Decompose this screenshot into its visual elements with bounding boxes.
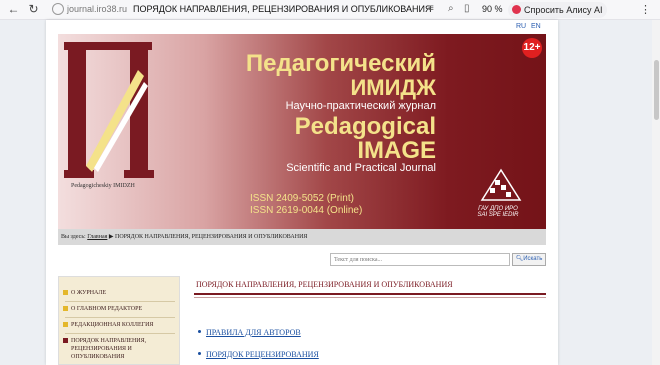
institute-logo-icon <box>480 168 522 201</box>
search-button[interactable]: 🔍︎Искать <box>512 253 546 266</box>
ask-alice-button[interactable]: Спросить Алису AI <box>508 2 607 18</box>
breadcrumb-prefix: Вы здесь: <box>61 234 86 240</box>
bullet-icon <box>198 352 201 355</box>
bullet-icon <box>63 322 68 327</box>
institute-caption: ГАУ ДПО ИРО SAI SPE IEDIR <box>468 206 528 218</box>
bullet-icon <box>198 330 201 333</box>
bullet-icon <box>63 306 68 311</box>
zoom-level[interactable]: 90 % <box>482 4 503 14</box>
link-label: ПРАВИЛА ДЛЯ АВТОРОВ <box>206 328 301 337</box>
back-arrow-icon[interactable]: ← <box>6 2 21 17</box>
lock-icon[interactable] <box>52 3 64 15</box>
journal-logo-icon <box>64 42 154 178</box>
sidebar-item-label: О ЖУРНАЛЕ <box>71 290 107 296</box>
bullet-icon <box>63 290 68 295</box>
browser-toolbar: ← ↻ journal.iro38.ru ПОРЯДОК НАПРАВЛЕНИЯ… <box>0 0 660 20</box>
lang-en-link[interactable]: EN <box>531 23 541 30</box>
menu-divider <box>65 333 175 334</box>
header-banner: Pedagogicheskiy IMIDZH Педагогический ИМ… <box>58 34 546 244</box>
menu-divider <box>65 317 175 318</box>
subtitle-ru: Научно-практический журнал <box>285 100 436 112</box>
title-divider-thin <box>194 297 546 298</box>
sidebar-item-label: РЕДАКЦИОННАЯ КОЛЛЕГИЯ <box>71 322 154 328</box>
breadcrumb-home-link[interactable]: Главная <box>87 234 107 240</box>
sidebar-item-editor-in-chief[interactable]: О ГЛАВНОМ РЕДАКТОРЕ <box>63 305 179 313</box>
link-label: ПОРЯДОК РЕЦЕНЗИРОВАНИЯ <box>206 350 319 359</box>
reload-icon[interactable]: ↻ <box>26 2 41 17</box>
sidebar-menu: О ЖУРНАЛЕ О ГЛАВНОМ РЕДАКТОРЕ РЕДАКЦИОНН… <box>58 276 180 365</box>
bullet-icon <box>63 338 68 343</box>
institute-name-en: SAI SPE IEDIR <box>477 212 519 218</box>
sidebar-item-editorial-board[interactable]: РЕДАКЦИОННАЯ КОЛЛЕГИЯ <box>63 321 179 329</box>
reader-mode-icon[interactable]: ≡ <box>428 3 434 14</box>
sidebar-item-label: ПОРЯДОК НАПРАВЛЕНИЯ, РЕЦЕНЗИРОВАНИЯ И ОП… <box>71 338 147 360</box>
breadcrumb-current: ▶ ПОРЯДОК НАПРАВЛЕНИЯ, РЕЦЕНЗИРОВАНИЯ И … <box>108 234 308 240</box>
alice-icon <box>512 5 521 14</box>
search-icon[interactable]: ⌕ <box>448 3 454 14</box>
issn-online: ISSN 2619-0044 (Online) <box>250 205 363 216</box>
address-domain[interactable]: journal.iro38.ru <box>67 4 127 14</box>
sidebar-item-submission-procedure[interactable]: ПОРЯДОК НАПРАВЛЕНИЯ, РЕЦЕНЗИРОВАНИЯ И ОП… <box>63 337 179 361</box>
breadcrumb: Вы здесь: Главная ▶ ПОРЯДОК НАПРАВЛЕНИЯ,… <box>58 229 546 245</box>
sidebar-item-label: О ГЛАВНОМ РЕДАКТОРЕ <box>71 306 143 312</box>
sidebar-item-about[interactable]: О ЖУРНАЛЕ <box>63 289 179 297</box>
menu-divider <box>65 301 175 302</box>
authors-rules-link[interactable]: ПРАВИЛА ДЛЯ АВТОРОВ <box>198 328 301 337</box>
bookmark-icon[interactable]: ▯ <box>464 3 470 14</box>
scrollbar[interactable] <box>652 20 660 365</box>
search-input[interactable] <box>330 253 510 266</box>
lang-ru-link[interactable]: RU <box>516 23 526 30</box>
title-ru-line2: ИМИДЖ <box>350 75 436 100</box>
logo-caption: Pedagogicheskiy IMIDZH <box>71 183 135 189</box>
issn-print: ISSN 2409-5052 (Print) <box>250 193 354 204</box>
title-en-line2: IMAGE <box>357 137 436 164</box>
page-container: RU EN Pedagogicheskiy IMIDZH Педагогичес… <box>46 20 558 365</box>
review-procedure-link[interactable]: ПОРЯДОК РЕЦЕНЗИРОВАНИЯ <box>198 350 319 359</box>
more-menu-icon[interactable]: ⋮ <box>640 3 651 16</box>
ask-alice-label: Спросить Алису AI <box>524 5 603 15</box>
page-title: ПОРЯДОК НАПРАВЛЕНИЯ, РЕЦЕНЗИРОВАНИЯ И ОП… <box>196 280 453 289</box>
title-divider <box>194 293 546 295</box>
address-page-title[interactable]: ПОРЯДОК НАПРАВЛЕНИЯ, РЕЦЕНЗИРОВАНИЯ И ОП… <box>133 4 431 14</box>
age-rating-badge: 12+ <box>522 38 542 58</box>
scrollbar-thumb[interactable] <box>654 60 659 120</box>
title-ru-line1: Педагогический <box>245 50 436 77</box>
subtitle-en: Scientific and Practical Journal <box>286 162 436 174</box>
search-button-label: Искать <box>523 256 543 262</box>
